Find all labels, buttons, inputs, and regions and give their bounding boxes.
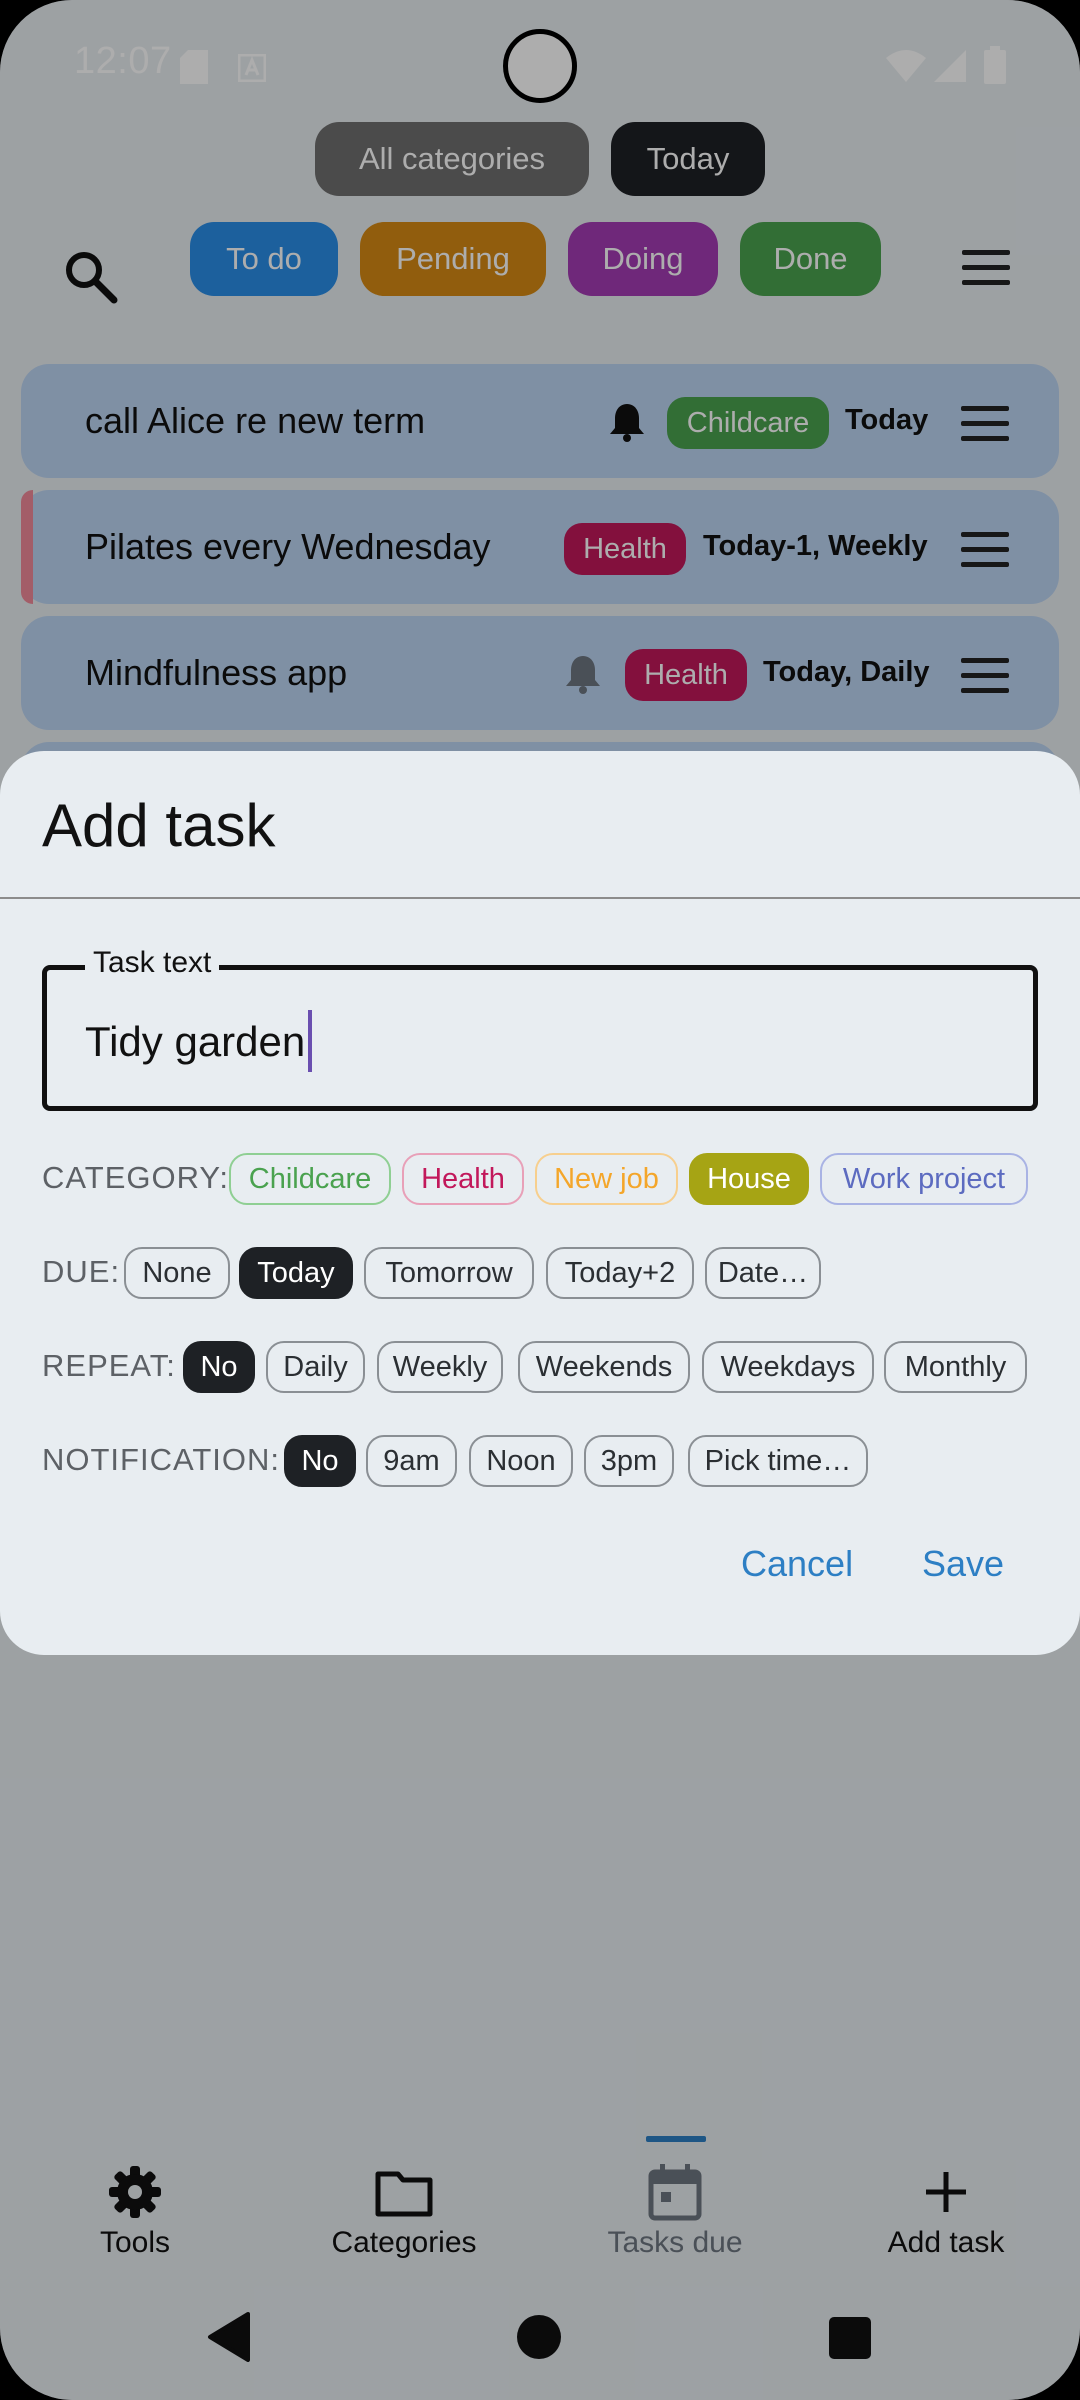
repeat-chip-no[interactable]: No xyxy=(183,1341,255,1393)
task-text-input[interactable]: Tidy garden xyxy=(85,1010,313,1076)
notification-chip-noon[interactable]: Noon xyxy=(469,1435,573,1487)
notification-chip-3pm[interactable]: 3pm xyxy=(584,1435,674,1487)
repeat-chip-weekends[interactable]: Weekends xyxy=(518,1341,690,1393)
repeat-chip-monthly[interactable]: Monthly xyxy=(884,1341,1027,1393)
repeat-chip-weekly[interactable]: Weekly xyxy=(377,1341,503,1393)
notification-chip-9am[interactable]: 9am xyxy=(366,1435,457,1487)
text-cursor xyxy=(308,1010,313,1072)
app-screen: 12:07 All categories Today To do Pending… xyxy=(0,0,1080,2400)
due-chip-tomorrow[interactable]: Tomorrow xyxy=(364,1247,534,1299)
task-text-field[interactable]: Task text Tidy garden xyxy=(42,946,1038,1111)
save-button[interactable]: Save xyxy=(922,1543,1004,1585)
category-chip-health[interactable]: Health xyxy=(402,1153,524,1205)
add-task-dialog: Add task Task text Tidy garden CATEGORY:… xyxy=(0,751,1080,1655)
due-chip-date[interactable]: Date… xyxy=(705,1247,821,1299)
notification-chip-pick-time[interactable]: Pick time… xyxy=(688,1435,868,1487)
dialog-divider xyxy=(0,897,1080,899)
due-label: DUE: xyxy=(42,1254,121,1289)
repeat-chip-daily[interactable]: Daily xyxy=(266,1341,365,1393)
category-chip-new-job[interactable]: New job xyxy=(535,1153,678,1205)
due-chip-today-plus-2[interactable]: Today+2 xyxy=(546,1247,694,1299)
due-chip-today[interactable]: Today xyxy=(239,1247,353,1299)
task-text-value: Tidy garden xyxy=(85,1018,306,1066)
category-chip-house[interactable]: House xyxy=(689,1153,809,1205)
category-label: CATEGORY: xyxy=(42,1160,230,1195)
category-chip-childcare[interactable]: Childcare xyxy=(229,1153,391,1205)
dialog-title: Add task xyxy=(42,792,276,859)
cancel-button[interactable]: Cancel xyxy=(741,1543,853,1585)
due-chip-none[interactable]: None xyxy=(124,1247,230,1299)
repeat-chip-weekdays[interactable]: Weekdays xyxy=(702,1341,874,1393)
repeat-label: REPEAT: xyxy=(42,1348,176,1383)
task-text-label: Task text xyxy=(85,946,220,980)
category-chip-work-project[interactable]: Work project xyxy=(820,1153,1028,1205)
notification-chip-no[interactable]: No xyxy=(284,1435,356,1487)
notification-label: NOTIFICATION: xyxy=(42,1442,281,1477)
